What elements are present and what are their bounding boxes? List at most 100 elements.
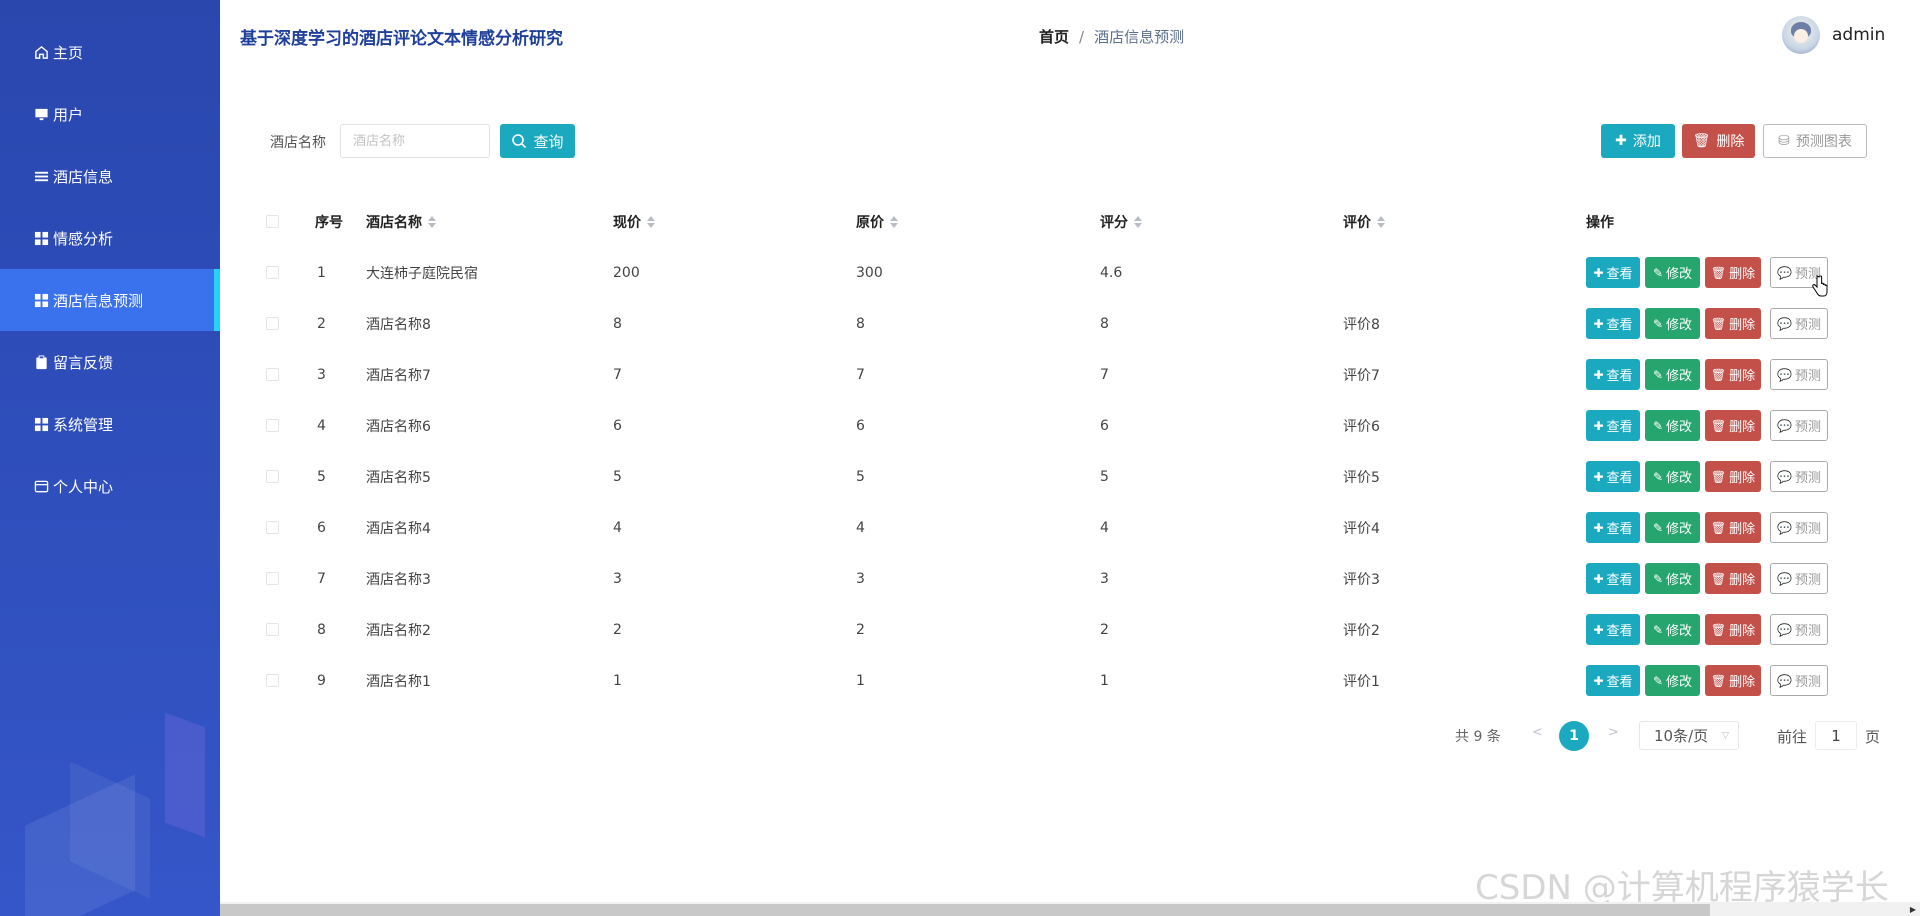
predict-button[interactable]: 💬 预测: [1770, 563, 1828, 594]
edit-button[interactable]: ✎ 修改: [1645, 257, 1700, 288]
row-checkbox[interactable]: [266, 674, 279, 687]
view-button[interactable]: ✚ 查看: [1586, 461, 1640, 492]
row-checkbox[interactable]: [266, 317, 279, 330]
edit-button[interactable]: ✎ 修改: [1645, 665, 1700, 696]
next-page-button[interactable]: >: [1608, 725, 1619, 740]
sort-icon[interactable]: [1134, 215, 1142, 228]
goto-page-input[interactable]: [1815, 721, 1857, 750]
edit-button[interactable]: ✎ 修改: [1645, 614, 1700, 645]
view-button[interactable]: ✚ 查看: [1586, 308, 1640, 339]
cell-original-price: 7: [856, 366, 865, 383]
view-button[interactable]: ✚ 查看: [1586, 359, 1640, 390]
edit-button[interactable]: ✎ 修改: [1645, 461, 1700, 492]
sidebar-item[interactable]: 情感分析: [0, 207, 220, 269]
sidebar-item[interactable]: 个人中心: [0, 455, 220, 517]
hotel-name-search-input[interactable]: [340, 124, 490, 158]
delete-button[interactable]: 🗑 删除: [1705, 308, 1761, 339]
user-menu[interactable]: admin: [1782, 16, 1885, 54]
select-all-checkbox[interactable]: [266, 215, 279, 228]
delete-button[interactable]: 🗑 删除: [1705, 563, 1761, 594]
delete-button[interactable]: 🗑 删除: [1705, 410, 1761, 441]
row-checkbox[interactable]: [266, 368, 279, 381]
delete-button[interactable]: 🗑 删除: [1705, 614, 1761, 645]
row-checkbox[interactable]: [266, 266, 279, 279]
column-header-review[interactable]: 评价: [1343, 196, 1385, 247]
sidebar-item[interactable]: 用户: [0, 83, 220, 145]
view-button[interactable]: ✚ 查看: [1586, 563, 1640, 594]
view-button[interactable]: ✚ 查看: [1586, 257, 1640, 288]
row-checkbox[interactable]: [266, 572, 279, 585]
delete-button[interactable]: 🗑 删除: [1705, 461, 1761, 492]
row-checkbox[interactable]: [266, 470, 279, 483]
view-button[interactable]: ✚ 查看: [1586, 614, 1640, 645]
horizontal-scrollbar[interactable]: ▶: [220, 902, 1920, 916]
edit-button[interactable]: ✎ 修改: [1645, 359, 1700, 390]
username[interactable]: admin: [1832, 25, 1885, 45]
trash-icon: 🗑: [1692, 133, 1711, 149]
scroll-right-arrow-icon[interactable]: ▶: [1910, 905, 1916, 914]
edit-button[interactable]: ✎ 修改: [1645, 308, 1700, 339]
sidebar-item[interactable]: 系统管理: [0, 393, 220, 455]
delete-button[interactable]: 🗑 删除: [1705, 359, 1761, 390]
cell-review: 评价3: [1343, 571, 1380, 588]
column-header-original[interactable]: 原价: [856, 196, 898, 247]
sort-icon[interactable]: [1377, 215, 1385, 228]
sort-icon[interactable]: [890, 215, 898, 228]
scrollbar-thumb[interactable]: [220, 904, 1710, 916]
sidebar-item[interactable]: 留言反馈: [0, 331, 220, 393]
cell-price: 2: [613, 621, 622, 638]
view-button-label: 查看: [1606, 267, 1633, 282]
edit-button-label: 修改: [1666, 318, 1693, 333]
delete-button[interactable]: 🗑 删除: [1705, 665, 1761, 696]
predict-button[interactable]: 💬 预测: [1770, 461, 1828, 492]
predict-button[interactable]: 💬 预测: [1770, 614, 1828, 645]
edit-button[interactable]: ✎ 修改: [1645, 512, 1700, 543]
cell-no: 4: [317, 417, 326, 434]
sort-icon[interactable]: [428, 215, 436, 228]
prediction-chart-button[interactable]: ⛁ 预测图表: [1763, 124, 1867, 158]
row-checkbox[interactable]: [266, 521, 279, 534]
predict-button[interactable]: 💬 预测: [1770, 512, 1828, 543]
predict-button[interactable]: 💬 预测: [1770, 359, 1828, 390]
predict-button[interactable]: 💬 预测: [1770, 410, 1828, 441]
avatar[interactable]: [1782, 16, 1820, 54]
predict-button[interactable]: 💬 预测: [1770, 665, 1828, 696]
delete-button[interactable]: 🗑 删除: [1705, 257, 1761, 288]
add-button[interactable]: ✚ 添加: [1601, 124, 1675, 158]
view-button[interactable]: ✚ 查看: [1586, 410, 1640, 441]
edit-button[interactable]: ✎ 修改: [1645, 410, 1700, 441]
column-header-name[interactable]: 酒店名称: [366, 196, 436, 247]
prev-page-button[interactable]: <: [1532, 725, 1543, 740]
cell-hotel-name: 酒店名称3: [366, 571, 431, 588]
plus-icon: ✚: [1593, 673, 1604, 688]
column-header-actions: 操作: [1586, 214, 1614, 231]
delete-button-label: 删除: [1729, 420, 1756, 435]
sidebar-item[interactable]: 主页: [0, 21, 220, 83]
sidebar-item[interactable]: 酒店信息: [0, 145, 220, 207]
predict-button[interactable]: 💬 预测: [1770, 308, 1828, 339]
trash-icon: 🗑: [1710, 520, 1727, 535]
column-header-price[interactable]: 现价: [613, 196, 655, 247]
sidebar-item[interactable]: 酒店信息预测: [0, 269, 220, 331]
cell-review: 评价6: [1343, 418, 1380, 435]
cell-hotel-name: 酒店名称6: [366, 418, 431, 435]
trash-icon: 🗑: [1710, 367, 1727, 382]
delete-button[interactable]: 🗑 删除: [1705, 512, 1761, 543]
row-checkbox[interactable]: [266, 419, 279, 432]
table-row: 6 酒店名称4 4 4 4 评价4 ✚ 查看 ✎ 修改 🗑 删除 💬 预测: [258, 502, 1878, 553]
row-actions: ✚ 查看 ✎ 修改 🗑 删除 💬 预测: [1586, 563, 1833, 594]
batch-delete-button[interactable]: 🗑 删除: [1682, 124, 1755, 158]
page-size-select[interactable]: 10条/页 ▽: [1639, 721, 1739, 750]
row-checkbox[interactable]: [266, 623, 279, 636]
sort-icon[interactable]: [647, 215, 655, 228]
comment-icon: 💬: [1777, 367, 1792, 382]
edit-button[interactable]: ✎ 修改: [1645, 563, 1700, 594]
view-button[interactable]: ✚ 查看: [1586, 512, 1640, 543]
column-header-score[interactable]: 评分: [1100, 196, 1142, 247]
trash-icon: 🗑: [1710, 316, 1727, 331]
delete-button-label: 删除: [1729, 369, 1756, 384]
page-1-button[interactable]: 1: [1559, 721, 1589, 751]
breadcrumb-home[interactable]: 首页: [1039, 26, 1069, 47]
view-button[interactable]: ✚ 查看: [1586, 665, 1640, 696]
query-button[interactable]: 查询: [500, 124, 575, 158]
